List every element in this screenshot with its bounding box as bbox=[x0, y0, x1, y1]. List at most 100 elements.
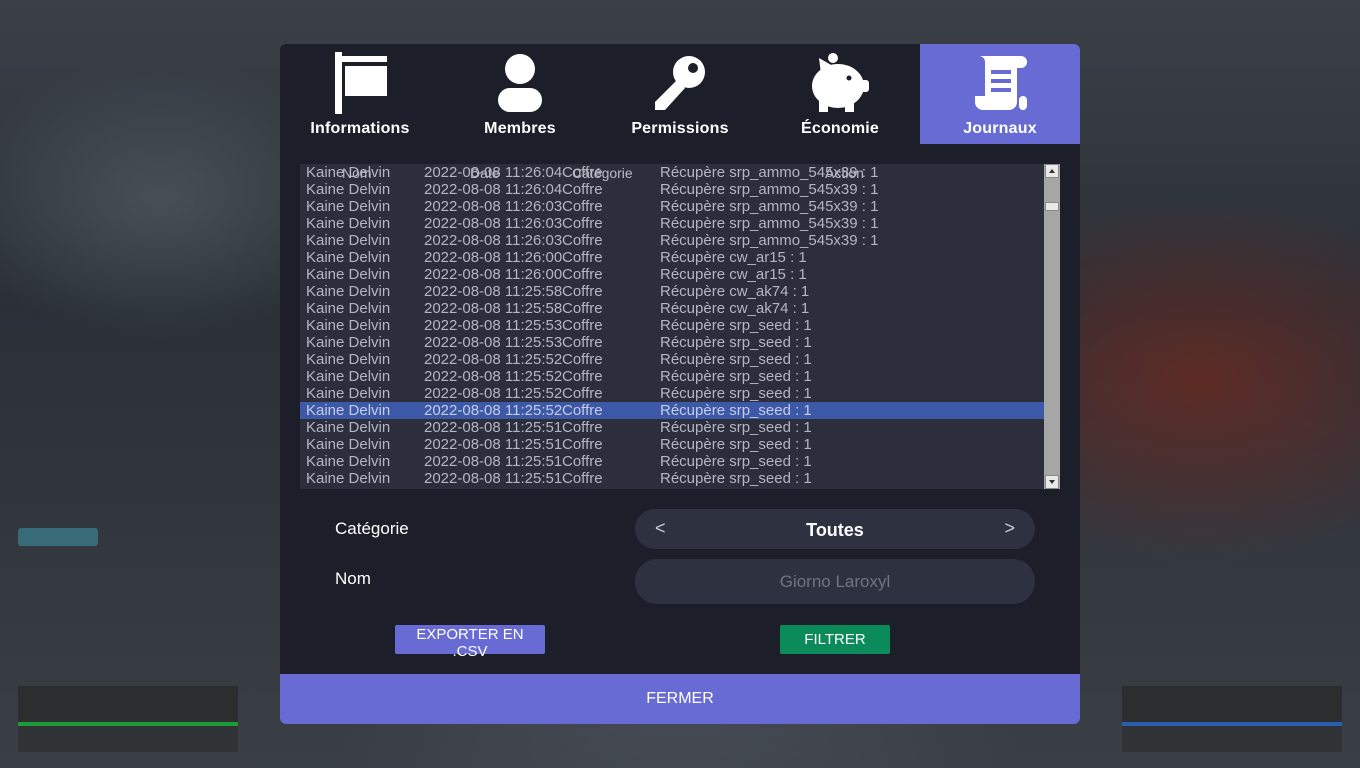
log-cell-name: Kaine Delvin bbox=[306, 385, 391, 402]
log-cell-date: 2022-08-08 11:25:52 bbox=[424, 368, 563, 385]
category-selector: < Toutes > bbox=[635, 509, 1035, 549]
log-cell-date: 2022-08-08 11:25:53 bbox=[424, 317, 563, 334]
organization-panel: Informations Membres Permissions Économi… bbox=[280, 44, 1080, 724]
log-list[interactable]: Kaine Delvin 2022-08-08 11:26:04 Coffre Réc… bbox=[300, 164, 1060, 489]
filter-button[interactable]: FILTRER bbox=[780, 625, 890, 654]
log-cell-date: 2022-08-08 11:26:03 bbox=[424, 198, 563, 215]
log-row[interactable]: Kaine Delvin 2022-08-08 11:25:52 Coffre Réc… bbox=[300, 385, 1044, 402]
scroll-thumb[interactable] bbox=[1045, 202, 1059, 211]
log-list-scrollbar[interactable] bbox=[1044, 164, 1060, 489]
log-cell-category: Coffre bbox=[562, 402, 603, 419]
log-cell-name: Kaine Delvin bbox=[306, 198, 391, 215]
user-icon bbox=[498, 54, 542, 112]
log-cell-action: Récupère srp_ammo_545x39 : 1 bbox=[660, 215, 879, 232]
log-row[interactable]: Kaine Delvin 2022-08-08 11:26:03 Coffre Réc… bbox=[300, 215, 1044, 232]
tab-permissions[interactable]: Permissions bbox=[600, 44, 760, 144]
log-rows: Kaine Delvin 2022-08-08 11:26:04 Coffre Réc… bbox=[300, 164, 1044, 489]
log-cell-action: Récupère cw_ak74 : 1 bbox=[660, 283, 810, 300]
log-cell-date: 2022-08-08 11:25:51 bbox=[424, 487, 562, 489]
tab-label: Journaux bbox=[963, 120, 1037, 137]
log-row[interactable]: Kaine Delvin 2022-08-08 11:25:58 Coffre Réc… bbox=[300, 283, 1044, 300]
log-cell-name: Kaine Delvin bbox=[306, 334, 391, 351]
log-cell-name: Kaine Delvin bbox=[306, 283, 391, 300]
log-cell-category: Coffre bbox=[562, 249, 603, 266]
log-cell-date: 2022-08-08 11:26:04 bbox=[424, 164, 563, 181]
log-row[interactable]: Kaine Delvin 2022-08-08 11:25:52 Coffre Réc… bbox=[300, 402, 1044, 419]
log-cell-date: 2022-08-08 11:25:51 bbox=[424, 419, 563, 436]
log-cell-name: Kaine Delvin bbox=[306, 249, 391, 266]
tab-bar: Informations Membres Permissions Économi… bbox=[280, 44, 1080, 144]
log-cell-name: Kaine Delvin bbox=[306, 368, 391, 385]
log-cell-category: Coffre bbox=[562, 487, 603, 489]
log-cell-date: 2022-08-08 11:25:52 bbox=[424, 385, 563, 402]
log-row[interactable]: Kaine Delvin 2022-08-08 11:26:04 Coffre Réc… bbox=[300, 181, 1044, 198]
log-cell-action: Récupère srp_seed : 1 bbox=[660, 487, 812, 489]
log-row[interactable]: Kaine Delvin 2022-08-08 11:26:00 Coffre Réc… bbox=[300, 249, 1044, 266]
chat-tag bbox=[18, 528, 98, 546]
log-cell-category: Coffre bbox=[562, 215, 603, 232]
log-cell-action: Récupère srp_seed : 1 bbox=[660, 317, 812, 334]
scroll-up-button[interactable] bbox=[1045, 164, 1059, 178]
log-row[interactable]: Kaine Delvin 2022-08-08 11:25:51Coffre Réc… bbox=[300, 470, 1044, 487]
tab-label: Membres bbox=[484, 120, 556, 137]
log-cell-name: Kaine Delvin bbox=[306, 215, 391, 232]
piggy-bank-icon bbox=[812, 53, 869, 112]
log-cell-category: Coffre bbox=[562, 232, 603, 249]
log-cell-date: 2022-08-08 11:25:51 bbox=[424, 453, 563, 470]
log-cell-category: Coffre bbox=[562, 453, 603, 470]
log-row[interactable]: Kaine Delvin 2022-08-08 11:25:53 Coffre Réc… bbox=[300, 317, 1044, 334]
tab-membres[interactable]: Membres bbox=[440, 44, 600, 144]
log-row[interactable]: Kaine Delvin 2022-08-08 11:25:51Coffre Réc… bbox=[300, 487, 1044, 489]
scroll-icon bbox=[975, 56, 1027, 110]
log-row[interactable]: Kaine Delvin 2022-08-08 11:26:03 Coffre Réc… bbox=[300, 232, 1044, 249]
log-cell-action: Récupère cw_ar15 : 1 bbox=[660, 249, 807, 266]
log-cell-category: Coffre bbox=[562, 266, 603, 283]
log-row[interactable]: Kaine Delvin 2022-08-08 11:25:51Coffre Réc… bbox=[300, 453, 1044, 470]
log-row[interactable]: Kaine Delvin 2022-08-08 11:25:51Coffre Réc… bbox=[300, 436, 1044, 453]
log-cell-action: Récupère srp_seed : 1 bbox=[660, 368, 812, 385]
tab-label: Informations bbox=[310, 120, 410, 137]
signpost-icon bbox=[335, 52, 387, 114]
log-cell-name: Kaine Delvin bbox=[306, 300, 391, 317]
log-row[interactable]: Kaine Delvin 2022-08-08 11:26:03 Coffre Réc… bbox=[300, 198, 1044, 215]
log-cell-action: Récupère srp_ammo_545x39 : 1 bbox=[660, 164, 879, 181]
log-cell-name: Kaine Delvin bbox=[306, 232, 391, 249]
tab-journaux[interactable]: Journaux bbox=[920, 44, 1080, 144]
log-cell-category: Coffre bbox=[562, 283, 603, 300]
log-cell-name: Kaine Delvin bbox=[306, 470, 391, 487]
log-row[interactable]: Kaine Delvin 2022-08-08 11:25:51Coffre Réc… bbox=[300, 419, 1044, 436]
category-next-button[interactable]: > bbox=[1004, 518, 1015, 539]
log-row[interactable]: Kaine Delvin 2022-08-08 11:25:53 Coffre Réc… bbox=[300, 334, 1044, 351]
log-cell-action: Récupère srp_seed : 1 bbox=[660, 470, 812, 487]
log-row[interactable]: Kaine Delvin 2022-08-08 11:26:00 Coffre Réc… bbox=[300, 266, 1044, 283]
log-row[interactable]: Kaine Delvin 2022-08-08 11:26:04 Coffre Réc… bbox=[300, 164, 1044, 181]
log-cell-date: 2022-08-08 11:26:00 bbox=[424, 266, 563, 283]
name-filter-label: Nom bbox=[335, 569, 371, 588]
hud-money-bar bbox=[1122, 686, 1342, 726]
tab-label: Économie bbox=[800, 120, 880, 137]
log-cell-action: Récupère srp_seed : 1 bbox=[660, 351, 812, 368]
log-cell-category: Coffre bbox=[562, 300, 603, 317]
log-cell-action: Récupère srp_ammo_545x39 : 1 bbox=[660, 232, 879, 249]
log-cell-category: Coffre bbox=[562, 385, 603, 402]
log-row[interactable]: Kaine Delvin 2022-08-08 11:25:58 Coffre Réc… bbox=[300, 300, 1044, 317]
log-cell-action: Récupère cw_ak74 : 1 bbox=[660, 300, 810, 317]
log-cell-name: Kaine Delvin bbox=[306, 419, 391, 436]
log-cell-category: Coffre bbox=[562, 198, 603, 215]
hud-player-bar bbox=[18, 686, 238, 726]
log-row[interactable]: Kaine Delvin 2022-08-08 11:25:52 Coffre Réc… bbox=[300, 351, 1044, 368]
close-button[interactable]: FERMER bbox=[280, 674, 1080, 724]
tab-informations[interactable]: Informations bbox=[280, 44, 440, 144]
scroll-down-button[interactable] bbox=[1045, 475, 1059, 489]
name-filter-input[interactable] bbox=[635, 559, 1035, 604]
log-cell-name: Kaine Delvin bbox=[306, 436, 391, 453]
log-cell-name: Kaine Delvin bbox=[306, 453, 391, 470]
export-csv-button[interactable]: EXPORTER EN .CSV bbox=[395, 625, 545, 660]
log-cell-name: Kaine Delvin bbox=[306, 317, 391, 334]
log-cell-date: 2022-08-08 11:25:53 bbox=[424, 334, 563, 351]
log-row[interactable]: Kaine Delvin 2022-08-08 11:25:52 Coffre Réc… bbox=[300, 368, 1044, 385]
log-cell-date: 2022-08-08 11:26:03 bbox=[424, 215, 563, 232]
tab-economie[interactable]: Économie bbox=[760, 44, 920, 144]
log-cell-date: 2022-08-08 11:25:52 bbox=[424, 351, 563, 368]
log-cell-category: Coffre bbox=[562, 317, 603, 334]
